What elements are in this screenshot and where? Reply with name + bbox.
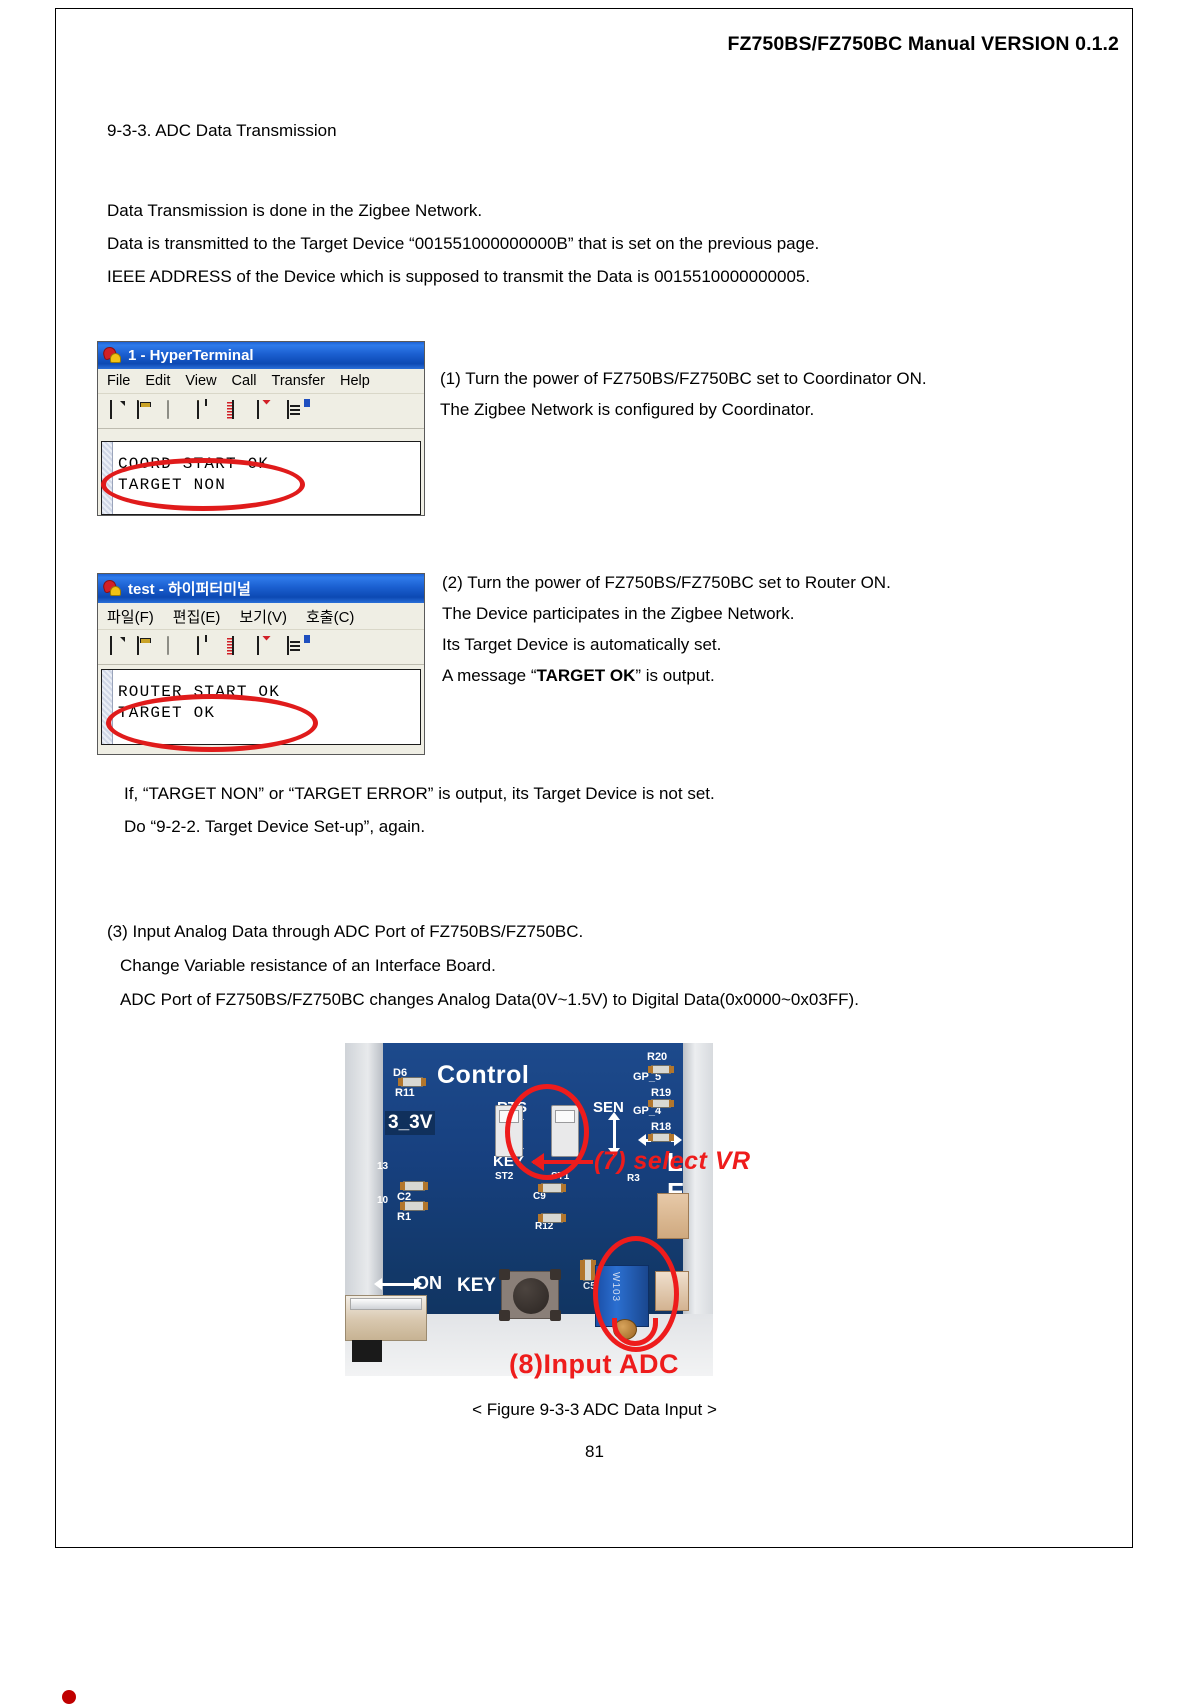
terminal-output-area[interactable]: COORD START OK TARGET NON xyxy=(101,441,421,515)
silkscreen-r1: R1 xyxy=(397,1211,412,1223)
menu-item-file-ko[interactable]: 파일(F) xyxy=(107,606,154,627)
window-title: test - 하이퍼터미널 xyxy=(128,581,251,598)
manual-page: FZ750BS/FZ750BC Manual VERSION 0.1.2 9-3… xyxy=(0,0,1189,1704)
sen-arrow-icon xyxy=(608,1112,620,1156)
menu-item-help[interactable]: Help xyxy=(340,373,370,389)
call-phone-icon[interactable] xyxy=(197,635,219,658)
send-file-icon[interactable] xyxy=(227,399,249,422)
page-number: 81 xyxy=(585,1442,604,1461)
target-ok-emphasis: TARGET OK xyxy=(536,666,636,685)
red-circle-select-vr xyxy=(505,1084,589,1180)
section-heading: 9-3-3. ADC Data Transmission xyxy=(107,121,337,140)
smd-capacitor-c5 xyxy=(580,1259,596,1281)
intro-line-2: Data is transmitted to the Target Device… xyxy=(107,234,820,253)
menubar: File Edit View Call Transfer Help xyxy=(98,369,424,394)
menu-item-call[interactable]: Call xyxy=(232,373,257,389)
smd-resistor-r18 xyxy=(648,1133,674,1142)
smd-resistor-r12 xyxy=(538,1213,566,1223)
silkscreen-r11: R11 xyxy=(395,1087,415,1099)
callout-2-line-4: A message “TARGET OK” is output. xyxy=(442,660,891,691)
callout-2-line-3: Its Target Device is automatically set. xyxy=(442,635,722,654)
open-folder-icon[interactable] xyxy=(137,399,159,422)
titlebar: test - 하이퍼터미널 xyxy=(98,574,424,603)
right-component-block-1 xyxy=(657,1193,689,1239)
intro-line-3: IEEE ADDRESS of the Device which is supp… xyxy=(107,267,811,286)
silkscreen-r20: R20 xyxy=(647,1051,668,1063)
callout-step-1: (1) Turn the power of FZ750BS/FZ750BC se… xyxy=(440,363,927,425)
terminal-left-margin xyxy=(102,670,113,744)
page-header-title: FZ750BS/FZ750BC Manual VERSION 0.1.2 xyxy=(727,33,1119,55)
receive-file-icon[interactable] xyxy=(257,635,279,658)
annotation-input-adc: (8)Input ADC xyxy=(509,1349,679,1379)
smd-capacitor-c9 xyxy=(538,1183,566,1193)
terminal-output-area[interactable]: ROUTER START OK TARGET OK xyxy=(101,669,421,745)
silkscreen-3v3: 3_3V xyxy=(385,1111,436,1135)
titlebar: 1 - HyperTerminal xyxy=(98,342,424,369)
silkscreen-13: 13 xyxy=(377,1161,389,1172)
menu-item-transfer[interactable]: Transfer xyxy=(272,373,325,389)
on-arrow-icon xyxy=(374,1278,422,1290)
silkscreen-r19: R19 xyxy=(651,1087,672,1099)
smd-capacitor-c2 xyxy=(400,1181,428,1191)
hyperterminal-phone-icon xyxy=(101,345,122,364)
target-not-set-note: If, “TARGET NON” or “TARGET ERROR” is ou… xyxy=(124,777,715,843)
step-3-line-2: Change Variable resistance of an Interfa… xyxy=(120,956,496,975)
open-folder-icon[interactable] xyxy=(137,635,159,658)
note-line-1: If, “TARGET NON” or “TARGET ERROR” is ou… xyxy=(124,784,715,803)
callout-step-2: (2) Turn the power of FZ750BS/FZ750BC se… xyxy=(442,567,891,691)
step-3-line-3: ADC Port of FZ750BS/FZ750BC changes Anal… xyxy=(120,990,859,1009)
intro-paragraph: Data Transmission is done in the Zigbee … xyxy=(107,194,819,293)
silkscreen-st2: ST2 xyxy=(495,1171,514,1182)
step-3-line-1: (3) Input Analog Data through ADC Port o… xyxy=(107,922,584,941)
slide-switch-connector[interactable] xyxy=(345,1295,427,1362)
callout-2-line-4-pre: A message “ xyxy=(442,666,537,685)
annotation-select-vr: (7) select VR xyxy=(594,1147,751,1175)
receive-file-icon[interactable] xyxy=(257,399,279,422)
new-connection-icon[interactable] xyxy=(107,635,129,658)
menu-item-call-ko[interactable]: 호출(C) xyxy=(306,606,354,627)
callout-2-line-4-post: ” is output. xyxy=(635,666,715,685)
hyperterminal-window-coordinator: 1 - HyperTerminal File Edit View Call Tr… xyxy=(97,341,425,516)
menu-item-view[interactable]: View xyxy=(185,373,216,389)
properties-icon[interactable] xyxy=(287,399,309,422)
menu-item-file[interactable]: File xyxy=(107,373,130,389)
hyperterminal-phone-icon xyxy=(101,578,122,597)
toolbar xyxy=(98,630,424,665)
smd-resistor-r11 xyxy=(398,1077,426,1087)
call-phone-icon[interactable] xyxy=(197,399,219,422)
new-connection-icon[interactable] xyxy=(107,399,129,422)
silkscreen-key-bottom: KEY xyxy=(457,1275,497,1296)
terminal-output-text: ROUTER START OK TARGET OK xyxy=(118,683,281,722)
smd-resistor-r19 xyxy=(648,1099,674,1108)
hyperterminal-window-router: test - 하이퍼터미널 파일(F) 편집(E) 보기(V) 호출(C) RO… xyxy=(97,573,425,755)
terminal-left-margin xyxy=(102,442,113,514)
send-file-icon[interactable] xyxy=(227,635,249,658)
callout-2-line-2: The Device participates in the Zigbee Ne… xyxy=(442,604,795,623)
silkscreen-control: Control xyxy=(437,1061,530,1089)
silkscreen-r18: R18 xyxy=(651,1121,672,1133)
terminal-output-text: COORD START OK TARGET NON xyxy=(118,455,270,494)
toolbar xyxy=(98,394,424,429)
note-line-2: Do “9-2-2. Target Device Set-up”, again. xyxy=(124,817,426,836)
red-arrow-to-vr xyxy=(531,1153,593,1171)
properties-icon[interactable] xyxy=(287,635,309,658)
window-title: 1 - HyperTerminal xyxy=(128,347,254,364)
callout-1-line-1: (1) Turn the power of FZ750BS/FZ750BC se… xyxy=(440,369,927,388)
footer-red-mark xyxy=(62,1690,76,1704)
menu-item-edit-ko[interactable]: 편집(E) xyxy=(173,606,221,627)
figure-caption: < Figure 9-3-3 ADC Data Input > xyxy=(472,1400,717,1419)
disconnect-icon[interactable] xyxy=(167,399,189,422)
menu-item-edit[interactable]: Edit xyxy=(145,373,170,389)
smd-resistor-r1 xyxy=(400,1201,428,1211)
callout-1-line-2: The Zigbee Network is configured by Coor… xyxy=(440,400,815,419)
callout-2-line-1: (2) Turn the power of FZ750BS/FZ750BC se… xyxy=(442,573,891,592)
menu-item-view-ko[interactable]: 보기(V) xyxy=(239,606,287,627)
silkscreen-10: 10 xyxy=(377,1195,389,1206)
menubar: 파일(F) 편집(E) 보기(V) 호출(C) xyxy=(98,603,424,630)
intro-line-1: Data Transmission is done in the Zigbee … xyxy=(107,201,483,220)
step-3-paragraph: (3) Input Analog Data through ADC Port o… xyxy=(107,915,859,1017)
tactile-key-button[interactable] xyxy=(499,1269,561,1321)
disconnect-icon[interactable] xyxy=(167,635,189,658)
smd-resistor-r20 xyxy=(648,1065,674,1074)
